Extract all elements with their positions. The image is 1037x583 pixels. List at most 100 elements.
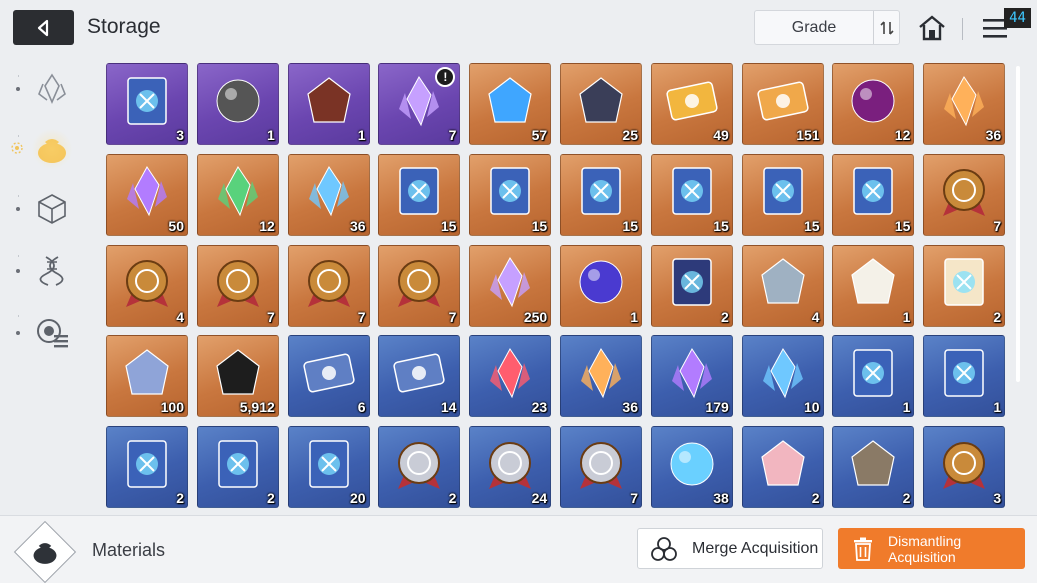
dismantling-acquisition-button[interactable]: Dismantling Acquisition: [838, 528, 1025, 569]
inventory-item[interactable]: 36: [287, 153, 370, 236]
item-quantity: 36: [350, 217, 366, 234]
inventory-item[interactable]: 250: [469, 244, 552, 327]
item-quantity: 24: [531, 490, 548, 507]
inventory-item[interactable]: 15: [741, 153, 824, 236]
inventory-item[interactable]: 12: [196, 153, 279, 236]
merge-acquisition-button[interactable]: Merge Acquisition: [637, 528, 823, 569]
blue-creature-icon: [477, 71, 543, 130]
inventory-item[interactable]: 100: [106, 335, 188, 418]
inventory-item[interactable]: 2: [741, 426, 824, 509]
emblem-book-gold-icon: [931, 253, 997, 312]
letter-icon: [840, 253, 906, 312]
sidebar-item-dna[interactable]: [27, 247, 77, 295]
item-quantity: 20: [350, 490, 366, 507]
grade-sort-button[interactable]: Grade: [754, 10, 900, 45]
inventory-item[interactable]: 7: [287, 244, 370, 327]
inventory-item[interactable]: 12: [832, 63, 915, 145]
sidebar-item-gear-list[interactable]: [27, 309, 77, 357]
item-quantity: 7: [993, 217, 1002, 234]
inventory-item[interactable]: 4: [106, 244, 188, 327]
item-quantity: 7: [448, 127, 457, 143]
category-label: Materials: [92, 540, 166, 560]
inventory-item[interactable]: 2: [650, 244, 733, 327]
inventory-item[interactable]: 25: [559, 63, 642, 145]
inventory-item[interactable]: 7: [923, 153, 1006, 236]
sort-order-icon[interactable]: [873, 11, 899, 44]
inventory-item[interactable]: 1: [923, 335, 1006, 418]
inventory-item[interactable]: 36: [559, 335, 642, 418]
inventory-item[interactable]: 50: [106, 153, 188, 236]
inventory-item[interactable]: 2: [923, 244, 1006, 327]
inventory-item[interactable]: 57: [469, 63, 552, 145]
inventory-item[interactable]: ! 7: [378, 63, 461, 145]
inventory-item[interactable]: 4: [741, 244, 824, 327]
item-quantity: 1: [357, 127, 366, 143]
sidebar-item-crystal[interactable]: [27, 65, 77, 113]
inventory-item[interactable]: 1: [287, 63, 370, 145]
inventory-item[interactable]: 3: [923, 426, 1006, 509]
inventory-grid: 3 1 1! 7 57 25 49 151 12 36 50 12 36 15 15 15 15 15 15 7 4 7 7…: [106, 63, 1016, 509]
inventory-item[interactable]: 15: [378, 153, 461, 236]
pocket-watch-icon: [840, 434, 906, 493]
violet-prism-icon: [568, 253, 634, 312]
purple-crystal-icon: [114, 162, 180, 221]
back-button[interactable]: [13, 10, 74, 45]
inventory-item[interactable]: 14: [378, 335, 461, 418]
inventory-item[interactable]: 49: [650, 63, 733, 145]
item-quantity: 1: [267, 127, 275, 143]
inventory-item[interactable]: 7: [559, 426, 642, 509]
inventory-item[interactable]: 15: [832, 153, 915, 236]
inventory-item[interactable]: 38: [650, 426, 733, 509]
inventory-item[interactable]: 6: [287, 335, 370, 418]
item-quantity: 1: [902, 308, 911, 325]
inventory-item[interactable]: 2: [196, 426, 279, 509]
home-button[interactable]: [913, 10, 951, 46]
inventory-item[interactable]: 151: [741, 63, 824, 145]
item-quantity: 4: [811, 308, 820, 325]
item-quantity: 151: [796, 127, 820, 143]
merge-acquisition-label: Merge Acquisition: [692, 539, 819, 557]
inventory-item[interactable]: 15: [650, 153, 733, 236]
inventory-item[interactable]: 2: [378, 426, 461, 509]
target-manual-icon: [296, 434, 362, 493]
sidebar-guide-line: [18, 75, 19, 375]
inventory-item[interactable]: 10: [741, 335, 824, 418]
inventory-item[interactable]: 3: [106, 63, 188, 145]
inventory-item[interactable]: 7: [196, 244, 279, 327]
sidebar-dot: [16, 87, 20, 91]
silver-medal-icon: [386, 434, 452, 493]
inventory-item[interactable]: 1: [832, 335, 915, 418]
sidebar-item-materials[interactable]: [27, 125, 77, 173]
inventory-item[interactable]: 179: [650, 335, 733, 418]
inventory-item[interactable]: 23: [469, 335, 552, 418]
inventory-item[interactable]: 1: [196, 63, 279, 145]
compass-ticket-icon: [386, 343, 452, 402]
sidebar-dot: [16, 331, 20, 335]
red-shard-icon: [477, 343, 543, 402]
purple-shard-icon: [659, 343, 725, 402]
inventory-item[interactable]: 24: [469, 426, 552, 509]
inventory-item[interactable]: 7: [378, 244, 461, 327]
inventory-item[interactable]: 15: [559, 153, 642, 236]
silver-ticket-icon: [296, 343, 362, 402]
inventory-item[interactable]: 1: [559, 244, 642, 327]
x-medal-icon: [205, 253, 271, 312]
item-quantity: 250: [523, 308, 548, 325]
inventory-item[interactable]: 5,912: [196, 335, 279, 418]
inventory-item[interactable]: 20: [287, 426, 370, 509]
inventory-item[interactable]: 1: [832, 244, 915, 327]
sidebar-item-cube[interactable]: [27, 185, 77, 233]
eye-manual-icon: [568, 162, 634, 221]
item-quantity: 1: [993, 399, 1002, 416]
silver-medal-x-icon: [477, 434, 543, 493]
inventory-item[interactable]: 2: [106, 426, 188, 509]
inventory-scrollbar[interactable]: [1016, 66, 1020, 382]
item-quantity: 179: [705, 399, 729, 416]
inventory-item[interactable]: 36: [923, 63, 1006, 145]
item-quantity: 2: [902, 490, 911, 507]
item-quantity: 12: [259, 217, 275, 234]
inventory-item[interactable]: 2: [832, 426, 915, 509]
inventory-item[interactable]: 15: [469, 153, 552, 236]
materials-bag-icon: [33, 543, 57, 564]
inventory-grid-viewport[interactable]: 3 1 1! 7 57 25 49 151 12 36 50 12 36 15 15 15 15 15 15 7 4 7 7…: [106, 63, 1016, 513]
